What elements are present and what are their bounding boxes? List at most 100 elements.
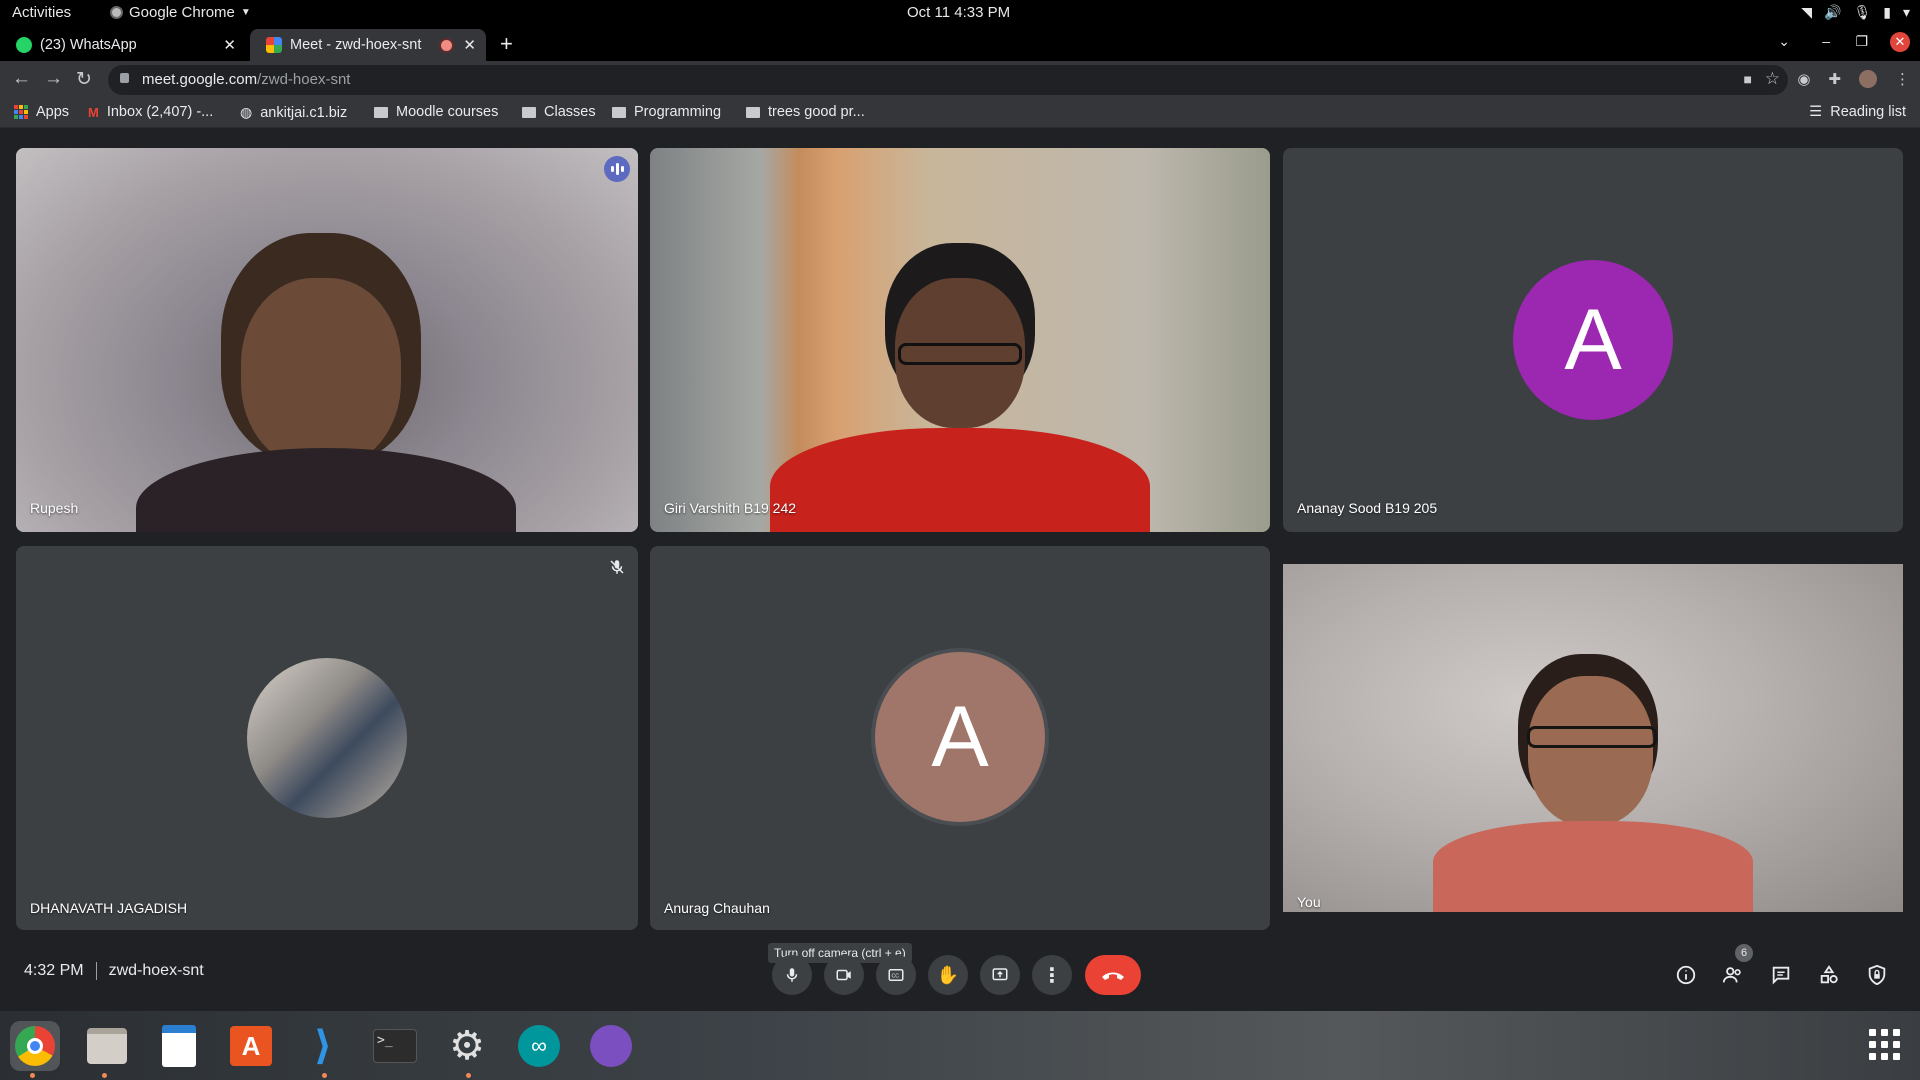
bookmark-programming[interactable]: Programming	[612, 104, 721, 120]
dock-software-center[interactable]: A	[226, 1021, 276, 1071]
more-vert-icon: ⋮	[1042, 964, 1062, 987]
chat-icon	[1772, 966, 1790, 985]
bookmark-moodle-courses[interactable]: Moodle courses	[374, 104, 498, 120]
meeting-grid: Rupesh Giri Varshith B19 242 A Ananay So…	[0, 129, 1920, 1011]
participant-tile-giri-varshith[interactable]: Giri Varshith B19 242	[650, 148, 1270, 532]
camera-in-use-icon[interactable]: ■	[1744, 71, 1752, 87]
present-icon	[992, 968, 1008, 981]
participant-avatar: A	[875, 652, 1045, 822]
shield-lock-icon	[1868, 964, 1886, 986]
profile-avatar[interactable]	[1859, 70, 1877, 88]
restore-icon[interactable]: ❐	[1855, 33, 1868, 50]
dock-github-desktop[interactable]	[586, 1021, 636, 1071]
bookmark-classes[interactable]: Classes	[522, 104, 596, 120]
recording-indicator-icon	[441, 40, 452, 51]
terminal-icon: >_	[373, 1029, 417, 1063]
meeting-controls: 4:32 PM zwd-hoex-snt Turn off camera (ct…	[0, 940, 1920, 1011]
bookmark-label: trees good pr...	[768, 104, 865, 120]
close-tab-icon[interactable]: ✕	[223, 36, 236, 54]
volume-icon: 🔊	[1824, 4, 1842, 20]
tab-whatsapp[interactable]: (23) WhatsApp ✕	[0, 29, 246, 61]
window-close-button[interactable]: ✕	[1890, 32, 1910, 52]
bookmark-label: Programming	[634, 104, 722, 120]
menu-kebab-icon[interactable]: ⋮	[1895, 70, 1910, 88]
app-menu[interactable]: Google Chrome ▼	[110, 4, 251, 21]
forward-icon[interactable]: →	[44, 68, 63, 90]
system-clock[interactable]: Oct 11 4:33 PM	[907, 4, 1010, 21]
shopping-bag-icon: A	[230, 1026, 272, 1066]
show-applications-button[interactable]	[1869, 1029, 1900, 1060]
wifi-icon: ◥	[1801, 4, 1813, 20]
person-face	[1528, 676, 1653, 826]
system-tray[interactable]: ◥ 🔊 🎙 ▮ ▾	[1801, 4, 1910, 21]
vscode-icon: ⟩	[313, 1024, 333, 1068]
tab-search-icon[interactable]: ⌄	[1778, 33, 1790, 50]
dock-vscode[interactable]: ⟩	[298, 1021, 348, 1071]
video-camera-icon	[836, 969, 851, 981]
raise-hand-button[interactable]: ✋	[928, 955, 968, 995]
microphone-button[interactable]	[772, 955, 812, 995]
app-menu-label: Google Chrome	[129, 4, 235, 21]
github-icon	[590, 1025, 632, 1067]
participant-name: DHANAVATH JAGADISH	[30, 900, 188, 916]
hand-icon: ✋	[936, 964, 960, 985]
participant-tile-anurag-chauhan[interactable]: A Anurag Chauhan	[650, 546, 1270, 930]
speaking-indicator-icon	[604, 156, 630, 182]
dock-arduino[interactable]: ∞	[514, 1021, 564, 1071]
people-button[interactable]	[1719, 961, 1747, 989]
more-options-button[interactable]: ⋮	[1032, 955, 1072, 995]
bookmark-ankitjai[interactable]: ◍ ankitjai.c1.biz	[240, 104, 347, 121]
gnome-top-bar: Activities Google Chrome ▼ Oct 11 4:33 P…	[0, 0, 1920, 27]
captions-button[interactable]: CC	[876, 955, 916, 995]
text-document-icon	[162, 1025, 196, 1067]
tab-title: Meet - zwd-hoex-snt	[290, 37, 422, 53]
dock-terminal[interactable]: >_	[370, 1021, 420, 1071]
folder-icon	[522, 106, 536, 118]
participant-count-badge: 6	[1735, 944, 1753, 962]
divider	[95, 962, 97, 980]
activities-button[interactable]: Activities	[12, 4, 71, 21]
participant-name: Anurag Chauhan	[664, 900, 770, 916]
person-shirt	[770, 428, 1150, 532]
dock-libreoffice-writer[interactable]	[154, 1021, 204, 1071]
participant-tile-dhanavath-jagadish[interactable]: DHANAVATH JAGADISH	[16, 546, 638, 930]
bookmark-label: Moodle courses	[396, 104, 499, 120]
chat-button[interactable]	[1767, 961, 1795, 989]
address-bar[interactable]: meet.google.com/zwd-hoex-snt ■ ☆	[108, 65, 1788, 95]
leave-call-button[interactable]	[1085, 955, 1141, 995]
dock-files[interactable]	[82, 1021, 132, 1071]
participant-name: Ananay Sood B19 205	[1297, 500, 1438, 516]
minimize-icon[interactable]: –	[1822, 33, 1830, 49]
reload-icon[interactable]: ↻	[76, 68, 92, 91]
camera-button[interactable]	[824, 955, 864, 995]
shapes-icon	[1820, 965, 1838, 984]
participant-tile-ananay-sood[interactable]: A Ananay Sood B19 205	[1283, 148, 1903, 532]
bookmark-label: Apps	[36, 104, 70, 120]
dock-chrome[interactable]	[10, 1021, 60, 1071]
meeting-info-button[interactable]	[1672, 961, 1700, 989]
chrome-icon	[15, 1026, 55, 1066]
globe-icon: ◍	[240, 104, 253, 120]
back-icon[interactable]: ←	[12, 68, 31, 90]
bookmark-apps[interactable]: Apps	[14, 104, 69, 120]
present-screen-button[interactable]	[980, 955, 1020, 995]
url-text: meet.google.com/zwd-hoex-snt	[142, 71, 350, 88]
bookmark-gmail-inbox[interactable]: M Inbox (2,407) -...	[88, 104, 213, 120]
bookmark-trees[interactable]: trees good pr...	[746, 104, 865, 120]
lock-icon[interactable]	[120, 73, 129, 83]
participant-tile-self[interactable]: You	[1283, 546, 1903, 930]
tab-google-meet[interactable]: Meet - zwd-hoex-snt ✕	[250, 29, 486, 61]
tab-title: (23) WhatsApp	[40, 37, 137, 53]
profile-photo	[247, 658, 407, 818]
close-tab-icon[interactable]: ✕	[463, 36, 476, 54]
extensions-puzzle-icon[interactable]: ✚	[1828, 70, 1841, 88]
toolbar-icons: ◉ ✚ ⋮	[1797, 70, 1910, 88]
extension-icon[interactable]: ◉	[1797, 70, 1810, 88]
dock-settings[interactable]: ⚙	[442, 1021, 492, 1071]
activities-panel-button[interactable]	[1815, 961, 1843, 989]
participant-tile-rupesh[interactable]: Rupesh	[16, 148, 638, 532]
new-tab-button[interactable]: +	[500, 31, 513, 57]
reading-list-button[interactable]: ☰ Reading list	[1809, 104, 1906, 120]
host-controls-button[interactable]	[1863, 961, 1891, 989]
bookmark-star-icon[interactable]: ☆	[1765, 69, 1780, 89]
